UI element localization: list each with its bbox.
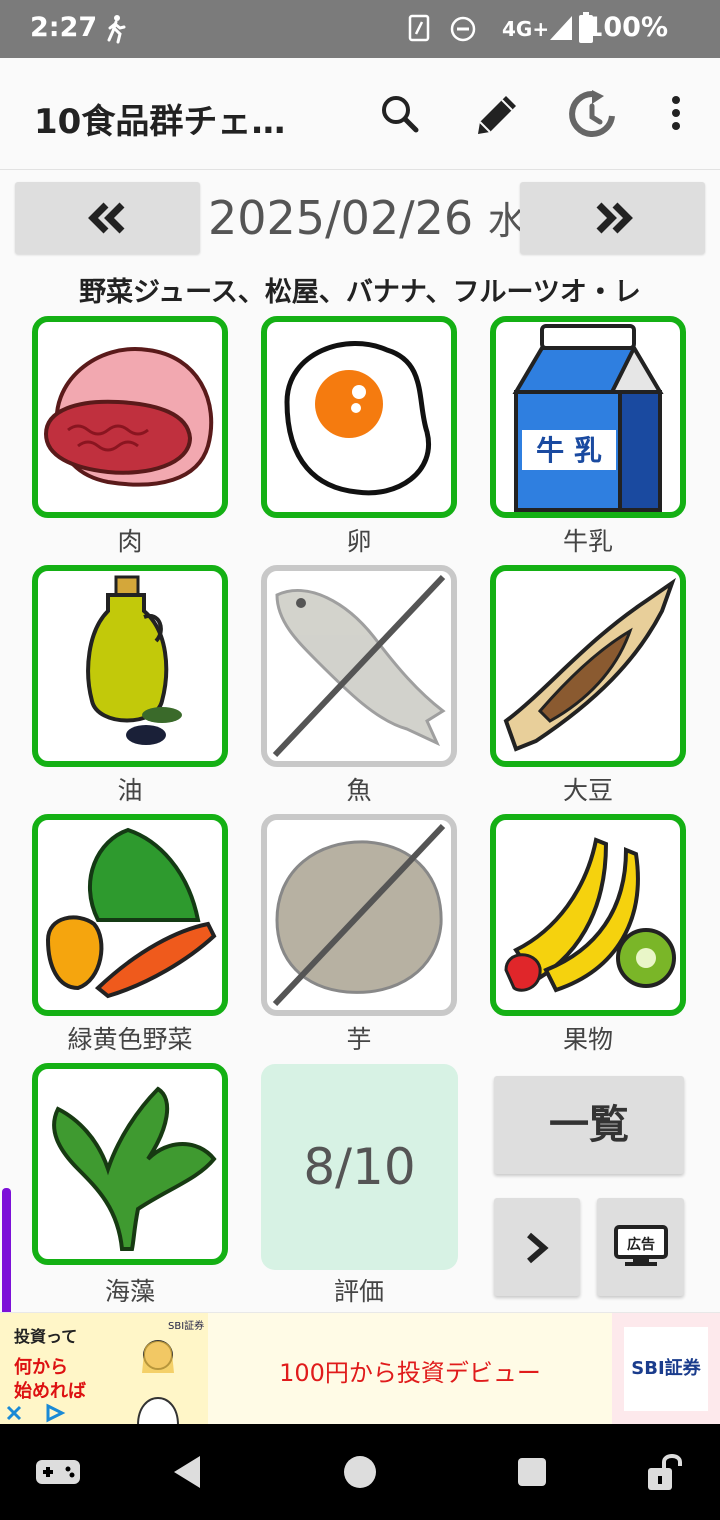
food-group-label: 牛乳: [562, 527, 613, 556]
fried-egg-icon: [284, 341, 431, 496]
gamepad-icon[interactable]: [34, 1458, 82, 1486]
ad-button-text: 広告: [627, 1236, 655, 1253]
food-group-seaweed[interactable]: [32, 1063, 228, 1265]
more-vert-icon[interactable]: [666, 88, 686, 138]
meat-icon: [43, 346, 214, 487]
network-type: 4G+: [502, 17, 550, 41]
food-group-label: 卵: [346, 527, 372, 556]
food-group-label: 海藻: [104, 1277, 155, 1306]
seaweed-icon: [52, 1086, 217, 1251]
food-group-fish[interactable]: [261, 565, 457, 767]
ad-banner[interactable]: 投資って SBI証券 何から 始めれば 100円から投資デビュー SBI証券: [0, 1312, 720, 1425]
score-display: 8/10: [261, 1064, 458, 1270]
battery-level: 100%: [584, 12, 668, 43]
app-toolbar: 10食品群チェ…: [0, 58, 720, 170]
next-day-button[interactable]: [520, 182, 705, 254]
date-display[interactable]: 2025/02/26 水: [208, 190, 526, 245]
natto-icon: [503, 577, 676, 752]
food-group-label: 肉: [117, 527, 143, 556]
system-nav-bar: [0, 1424, 720, 1520]
ad-headline[interactable]: 100円から投資デビュー: [210, 1353, 610, 1388]
signal-icon: [550, 16, 572, 40]
status-bar: 2:27 4G+ 100%: [0, 0, 720, 58]
search-icon[interactable]: [378, 88, 422, 138]
unlock-icon[interactable]: [644, 1452, 686, 1492]
food-group-green-yellow-vegetables[interactable]: [32, 814, 228, 1016]
food-group-milk[interactable]: 牛 乳: [490, 316, 686, 518]
food-group-soy[interactable]: [490, 565, 686, 767]
ad-image-text: 投資って: [14, 1327, 78, 1346]
dnd-icon: [450, 16, 476, 42]
monitor-ad-icon: 広告: [614, 1225, 668, 1266]
nfc-icon: [408, 14, 430, 42]
food-group-label: 油: [117, 776, 143, 805]
chevron-double-right-icon: [596, 202, 633, 234]
status-time: 2:27: [30, 12, 98, 43]
food-group-egg[interactable]: [261, 316, 457, 518]
app-title: 10食品群チェ…: [34, 102, 286, 142]
ad-person-illustration: [136, 1340, 180, 1425]
ad-toggle-button[interactable]: 広告: [597, 1198, 684, 1296]
recents-icon[interactable]: [516, 1456, 548, 1488]
milk-carton-icon: 牛 乳: [512, 324, 664, 512]
adchoices-icon[interactable]: [4, 1403, 68, 1423]
vegetables-icon: [45, 827, 217, 999]
ad-image-text: 何から: [14, 1357, 68, 1378]
date-text: 2025/02/26: [208, 191, 474, 245]
score-label: 評価: [333, 1277, 384, 1306]
fish-icon: [272, 574, 446, 758]
home-icon[interactable]: [342, 1454, 378, 1490]
olive-oil-icon: [86, 575, 182, 745]
ad-image-text: 始めれば: [14, 1381, 86, 1402]
food-group-label: 芋: [346, 1025, 372, 1054]
history-icon[interactable]: [566, 88, 618, 142]
food-group-oil[interactable]: [32, 565, 228, 767]
next-button[interactable]: [494, 1198, 580, 1296]
food-group-meat[interactable]: [32, 316, 228, 518]
back-icon[interactable]: [170, 1454, 204, 1490]
ad-logo-text: SBI証券: [624, 1327, 708, 1411]
list-button[interactable]: 一覧: [494, 1076, 684, 1174]
potato-icon: [272, 823, 446, 1007]
food-group-label: 大豆: [562, 776, 613, 805]
chevron-right-icon: [527, 1232, 549, 1264]
milk-carton-text: 牛 乳: [536, 434, 602, 467]
prev-day-button[interactable]: [15, 182, 200, 254]
walk-icon: [107, 15, 126, 44]
chevron-double-left-icon: [88, 202, 125, 234]
meal-memo[interactable]: 野菜ジュース、松屋、バナナ、フルーツオ・レ: [0, 270, 720, 309]
ad-logo[interactable]: SBI証券: [612, 1313, 720, 1425]
food-group-label: 魚: [346, 776, 372, 805]
food-group-label: 果物: [562, 1025, 613, 1054]
food-group-fruits[interactable]: [490, 814, 686, 1016]
food-group-label: 緑黄色野菜: [67, 1025, 193, 1054]
ad-image[interactable]: 投資って SBI証券 何から 始めれば: [0, 1313, 208, 1425]
pencil-icon[interactable]: [470, 88, 524, 142]
food-group-potato[interactable]: [261, 814, 457, 1016]
fruits-icon: [504, 837, 676, 993]
